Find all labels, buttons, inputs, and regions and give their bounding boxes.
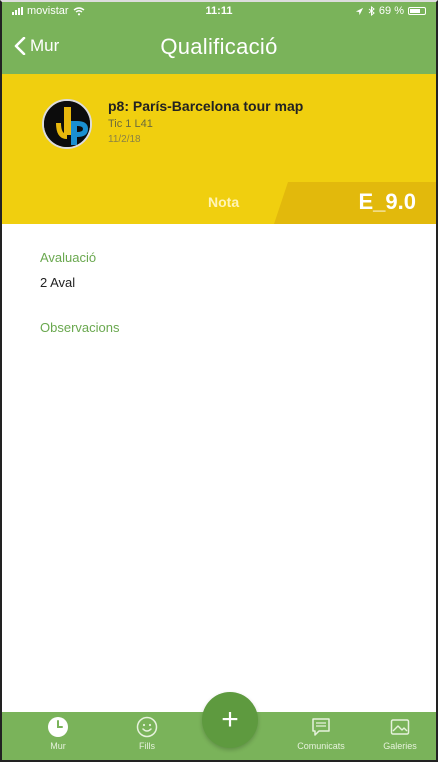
navigation-header: movistar 11:11 69 % Mur Qualificació <box>2 2 436 74</box>
grade-bar: Nota E_9.0 <box>2 182 436 224</box>
image-icon <box>389 716 411 738</box>
activity-date: 11/2/18 <box>108 134 141 145</box>
clock-icon <box>47 716 69 738</box>
grade-details: Avaluació 2 Aval Observacions <box>40 250 416 335</box>
evaluation-value: 2 Aval <box>40 275 76 290</box>
tab-fills[interactable]: Fills <box>117 716 177 751</box>
observations-label: Observacions <box>40 320 120 335</box>
location-arrow-icon <box>355 7 364 15</box>
tab-comunicats[interactable]: Comunicats <box>286 716 356 751</box>
message-icon <box>310 716 332 738</box>
plus-icon: + <box>221 703 239 736</box>
grade-value: E_9.0 <box>358 189 417 214</box>
app-screen: movistar 11:11 69 % Mur Qualificació p8:… <box>0 0 438 762</box>
battery-percentage: 69 % <box>378 5 404 17</box>
activity-avatar <box>42 99 92 149</box>
tab-comunicats-label: Comunicats <box>297 741 345 751</box>
status-right: 69 % <box>355 5 426 17</box>
tab-mur[interactable]: Mur <box>28 716 88 751</box>
tab-mur-label: Mur <box>50 741 66 751</box>
smiley-icon <box>136 716 158 738</box>
activity-title: p8: París-Barcelona tour map <box>108 98 304 114</box>
tab-fills-label: Fills <box>139 741 155 751</box>
status-bar: movistar 11:11 69 % <box>2 2 436 22</box>
activity-group: Tic 1 L41 <box>108 118 153 130</box>
page-title: Qualificació <box>160 34 278 59</box>
tab-galeries[interactable]: Galeries <box>370 716 430 751</box>
battery-icon <box>408 7 426 15</box>
grade-label: Nota <box>208 194 240 210</box>
activity-header-card: p8: París-Barcelona tour map Tic 1 L41 1… <box>2 74 436 224</box>
evaluation-label: Avaluació <box>40 250 97 265</box>
tab-galeries-label: Galeries <box>383 741 417 751</box>
add-button[interactable]: + <box>202 692 258 748</box>
activity-logo-icon <box>44 101 90 147</box>
bluetooth-icon <box>368 6 375 16</box>
